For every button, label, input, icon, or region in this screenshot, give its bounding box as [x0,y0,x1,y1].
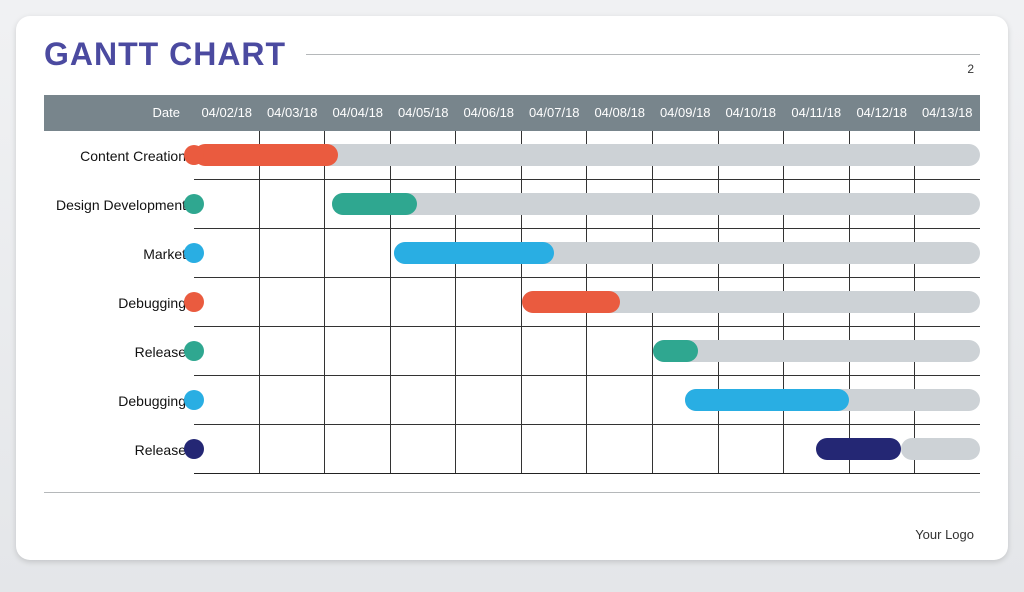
grid-col [390,278,456,326]
date-column: 04/02/18 [194,95,260,131]
grid-col [455,376,521,424]
task-dot-icon [184,390,204,410]
task-progress-bar [332,193,417,215]
task-label: Content Creation [44,148,194,164]
task-progress-bar [194,144,338,166]
grid-col [390,425,456,473]
grid-col [390,376,456,424]
grid-col [259,278,325,326]
task-remaining-bar [653,340,981,362]
title-rule [306,54,980,55]
task-track [194,278,980,327]
gantt-row: Release [44,327,980,376]
date-column: 04/03/18 [260,95,326,131]
grid-col [324,425,390,473]
gantt-chart: Date 04/02/1804/03/1804/04/1804/05/1804/… [44,95,980,474]
task-dot-icon [184,145,204,165]
task-progress-bar [685,389,849,411]
task-progress-bar [522,291,620,313]
date-column: 04/11/18 [784,95,850,131]
grid-col [586,327,652,375]
task-dot-icon [184,341,204,361]
grid-col [259,229,325,277]
task-label: Design Development [44,197,194,213]
date-column: 04/08/18 [587,95,653,131]
task-dot-icon [184,292,204,312]
header-label: Date [44,95,194,131]
gantt-row: Design Development [44,180,980,229]
task-track [194,131,980,180]
grid-col [521,425,587,473]
grid-col [521,327,587,375]
grid-col [718,425,784,473]
gantt-row: Debugging [44,376,980,425]
gantt-row: Debugging [44,278,980,327]
timeline-header: 04/02/1804/03/1804/04/1804/05/1804/06/18… [194,95,980,131]
grid-col [521,376,587,424]
grid-col [259,425,325,473]
task-track [194,327,980,376]
grid-col [324,327,390,375]
task-remaining-bar [901,438,980,460]
task-track [194,229,980,278]
task-remaining-bar [332,193,980,215]
grid-col [390,327,456,375]
gantt-row: Content Creation [44,131,980,180]
gantt-row: Release [44,425,980,474]
grid-col [455,327,521,375]
date-column: 04/05/18 [391,95,457,131]
grid-col [324,376,390,424]
grid-col [259,327,325,375]
task-label: Debugging [44,295,194,311]
task-progress-bar [816,438,901,460]
date-column: 04/07/18 [522,95,588,131]
task-dot-icon [184,194,204,214]
footer-rule [44,492,980,493]
task-track [194,425,980,474]
task-label: Release [44,344,194,360]
task-track [194,180,980,229]
slide-card: GANTT CHART 2 Date 04/02/1804/03/1804/04… [16,16,1008,560]
task-progress-bar [394,242,554,264]
task-dot-icon [184,243,204,263]
grid-col [324,278,390,326]
gantt-rows: Content Creation Design Development Market… [44,131,980,474]
task-track [194,376,980,425]
task-label: Debugging [44,393,194,409]
date-column: 04/06/18 [456,95,522,131]
grid-col [324,229,390,277]
grid-col [586,376,652,424]
task-dot-icon [184,439,204,459]
task-label: Release [44,442,194,458]
date-column: 04/10/18 [718,95,784,131]
chart-header-row: Date 04/02/1804/03/1804/04/1804/05/1804/… [44,95,980,131]
date-column: 04/12/18 [849,95,915,131]
date-column: 04/04/18 [325,95,391,131]
date-column: 04/09/18 [653,95,719,131]
page-number: 2 [967,62,974,76]
title-row: GANTT CHART [44,36,980,73]
date-column: 04/13/18 [915,95,981,131]
grid-col [586,425,652,473]
grid-col [455,425,521,473]
page-title: GANTT CHART [44,36,286,73]
logo-text: Your Logo [915,527,974,542]
gantt-row: Market [44,229,980,278]
task-label: Market [44,246,194,262]
task-progress-bar [653,340,699,362]
grid-col [652,425,718,473]
grid-col [259,180,325,228]
grid-col [455,278,521,326]
grid-col [259,376,325,424]
